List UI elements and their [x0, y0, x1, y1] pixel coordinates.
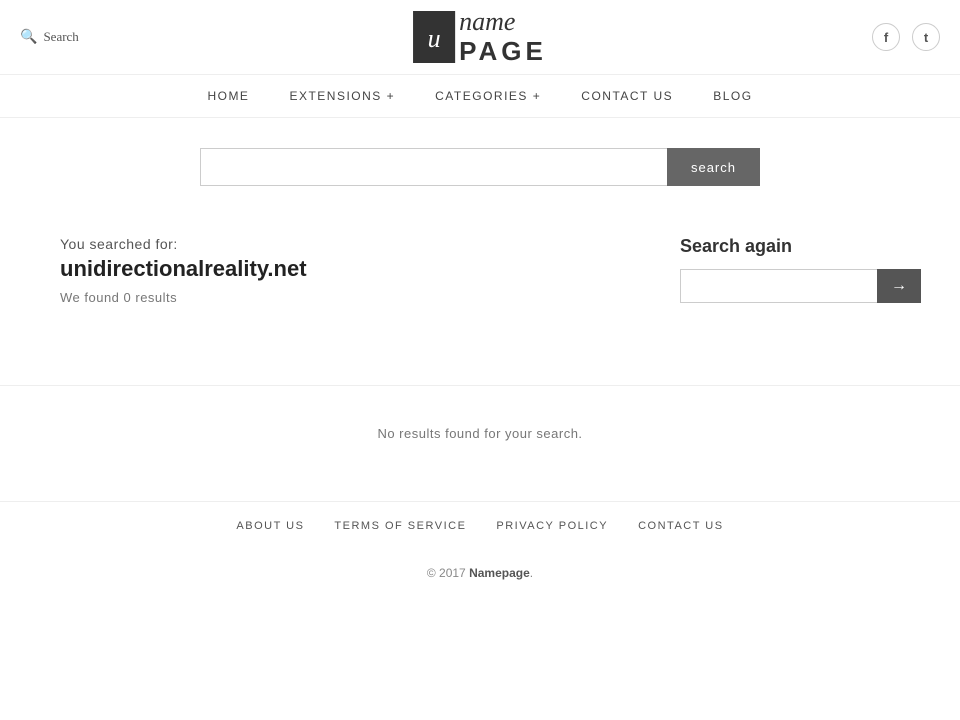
footer-nav: ABOUT US TERMS OF SERVICE PRIVACY POLICY…: [0, 501, 960, 550]
header-search[interactable]: 🔍 Search: [20, 29, 79, 46]
footer-terms[interactable]: TERMS OF SERVICE: [334, 520, 466, 532]
results-left-col: You searched for: unidirectionalreality.…: [60, 236, 640, 305]
no-results-message: No results found for your search.: [0, 385, 960, 501]
social-icons: f t: [872, 23, 940, 51]
nav-item-extensions[interactable]: EXTENSIONS +: [289, 89, 395, 103]
logo-text: name PAGE: [459, 8, 547, 65]
searched-term: unidirectionalreality.net: [60, 256, 640, 282]
copyright-prefix: © 2017: [427, 566, 469, 580]
search-icon: 🔍: [20, 29, 37, 46]
svg-text:u: u: [428, 24, 441, 53]
site-header: 🔍 Search u name PAGE f t: [0, 0, 960, 75]
main-nav: HOME EXTENSIONS + CATEGORIES + CONTACT U…: [0, 75, 960, 118]
search-again-wrapper: →: [680, 269, 900, 303]
logo-icon: u: [413, 11, 455, 63]
result-count: We found 0 results: [60, 290, 640, 305]
main-content: You searched for: unidirectionalreality.…: [0, 206, 960, 365]
nav-item-contact[interactable]: CONTACT US: [581, 89, 673, 103]
copyright-suffix: .: [530, 566, 533, 580]
copyright-brand: Namepage: [469, 566, 530, 580]
logo-name: name: [459, 8, 547, 37]
search-again-button[interactable]: →: [877, 269, 921, 303]
nav-item-blog[interactable]: BLOG: [713, 89, 752, 103]
search-input[interactable]: [200, 148, 667, 186]
footer-contact[interactable]: CONTACT US: [638, 520, 724, 532]
search-again-label: Search again: [680, 236, 900, 257]
search-section: search: [0, 118, 960, 206]
search-again-input[interactable]: [680, 269, 877, 303]
search-bar-wrapper: search: [200, 148, 760, 186]
footer-about[interactable]: ABOUT US: [236, 520, 304, 532]
footer-privacy[interactable]: PRIVACY POLICY: [496, 520, 608, 532]
logo-page: PAGE: [459, 37, 547, 66]
search-button[interactable]: search: [667, 148, 760, 186]
twitter-icon[interactable]: t: [912, 23, 940, 51]
header-search-label: Search: [43, 29, 78, 45]
nav-item-categories[interactable]: CATEGORIES +: [435, 89, 541, 103]
site-logo[interactable]: u name PAGE: [413, 8, 547, 65]
facebook-icon[interactable]: f: [872, 23, 900, 51]
nav-item-home[interactable]: HOME: [207, 89, 249, 103]
search-again-col: Search again →: [680, 236, 900, 305]
footer-copyright: © 2017 Namepage.: [0, 550, 960, 596]
searched-for-label: You searched for:: [60, 236, 640, 252]
